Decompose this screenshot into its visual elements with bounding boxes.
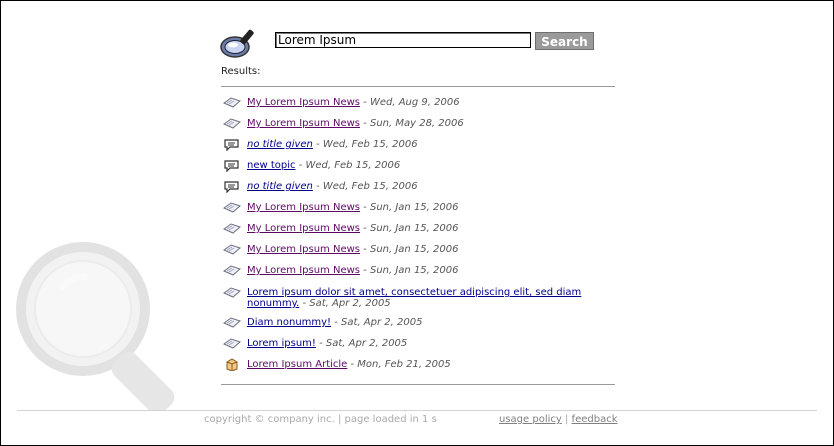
search-input[interactable]: Lorem Ipsum	[275, 32, 531, 48]
result-date: Sat, Apr 2, 2005	[341, 317, 423, 328]
result-link[interactable]: Lorem Ipsum Article	[247, 359, 347, 370]
result-date: Wed, Feb 15, 2006	[322, 139, 418, 150]
result-separator: -	[315, 338, 326, 349]
result-separator: -	[360, 223, 370, 234]
result-date: Sat, Apr 2, 2005	[309, 298, 391, 309]
result-link[interactable]: Diam nonummy!	[247, 317, 331, 328]
search-button[interactable]: Search	[535, 32, 594, 50]
result-separator: -	[360, 202, 370, 213]
result-date: Sun, Jan 15, 2006	[369, 265, 459, 276]
result-date: Sun, Jan 15, 2006	[369, 223, 459, 234]
result-item: My Lorem Ipsum News - Sun, Jan 15, 2006	[223, 265, 617, 276]
result-item: Diam nonummy! - Sat, Apr 2, 2005	[223, 317, 617, 328]
result-separator: -	[360, 118, 370, 129]
result-item: Lorem ipsum! - Sat, Apr 2, 2005	[223, 338, 617, 349]
magnifier-icon	[220, 29, 254, 58]
result-date: Wed, Feb 15, 2006	[305, 160, 401, 171]
result-link[interactable]: no title given	[247, 181, 313, 192]
footer-divider	[17, 410, 817, 411]
divider-top	[221, 86, 615, 87]
footer: copyright © company inc. | page loaded i…	[204, 414, 617, 425]
result-item: Lorem Ipsum Article - Mon, Feb 21, 2005	[223, 358, 617, 371]
feedback-link[interactable]: feedback	[572, 414, 618, 425]
result-date: Sun, May 28, 2006	[369, 118, 464, 129]
search-bar: Lorem Ipsum Search	[219, 27, 619, 59]
result-date: Sat, Apr 2, 2005	[325, 338, 408, 349]
result-link[interactable]: Lorem ipsum dolor sit amet, consectetuer…	[247, 287, 581, 309]
result-date: Sun, Jan 15, 2006	[369, 244, 459, 255]
result-date: Sun, Jan 15, 2006	[369, 202, 459, 213]
result-link[interactable]: My Lorem Ipsum News	[247, 244, 360, 255]
page-frame: Lorem Ipsum Search Results: My Lorem Ips…	[0, 0, 834, 446]
result-link[interactable]: no title given	[247, 139, 313, 150]
result-date: Wed, Feb 15, 2006	[322, 181, 418, 192]
result-separator: -	[295, 160, 306, 171]
result-separator: -	[331, 317, 342, 328]
results-label: Results:	[221, 66, 261, 77]
result-link[interactable]: My Lorem Ipsum News	[247, 118, 360, 129]
result-item: new topic - Wed, Feb 15, 2006	[223, 160, 617, 172]
result-item: My Lorem Ipsum News - Sun, Jan 15, 2006	[223, 202, 617, 213]
result-item: My Lorem Ipsum News - Wed, Aug 9, 2006	[223, 97, 617, 108]
result-link[interactable]: My Lorem Ipsum News	[247, 202, 360, 213]
result-link[interactable]: My Lorem Ipsum News	[247, 97, 360, 108]
result-item: no title given - Wed, Feb 15, 2006	[223, 139, 617, 151]
copyright-text: copyright © company inc. | page loaded i…	[204, 414, 437, 425]
result-link[interactable]: Lorem ipsum!	[247, 338, 316, 349]
result-separator: -	[312, 181, 323, 192]
result-item: My Lorem Ipsum News - Sun, May 28, 2006	[223, 118, 617, 129]
result-item: My Lorem Ipsum News - Sun, Jan 15, 2006	[223, 223, 617, 234]
result-item: Lorem ipsum dolor sit amet, consectetuer…	[223, 287, 617, 309]
result-separator: -	[360, 265, 370, 276]
result-link[interactable]: new topic	[247, 160, 296, 171]
result-item: no title given - Wed, Feb 15, 2006	[223, 181, 617, 193]
result-link[interactable]: My Lorem Ipsum News	[247, 223, 360, 234]
result-separator: -	[299, 298, 310, 309]
result-link[interactable]: My Lorem Ipsum News	[247, 265, 360, 276]
result-separator: -	[347, 359, 358, 370]
result-separator: -	[360, 97, 370, 108]
result-date: Mon, Feb 21, 2005	[357, 359, 451, 370]
result-separator: -	[312, 139, 323, 150]
result-item: My Lorem Ipsum News - Sun, Jan 15, 2006	[223, 244, 617, 255]
usage-policy-link[interactable]: usage policy	[499, 414, 562, 425]
magnifier-watermark-icon	[16, 242, 175, 411]
divider-bottom	[221, 384, 615, 385]
result-separator: -	[360, 244, 370, 255]
result-date: Wed, Aug 9, 2006	[369, 97, 460, 108]
